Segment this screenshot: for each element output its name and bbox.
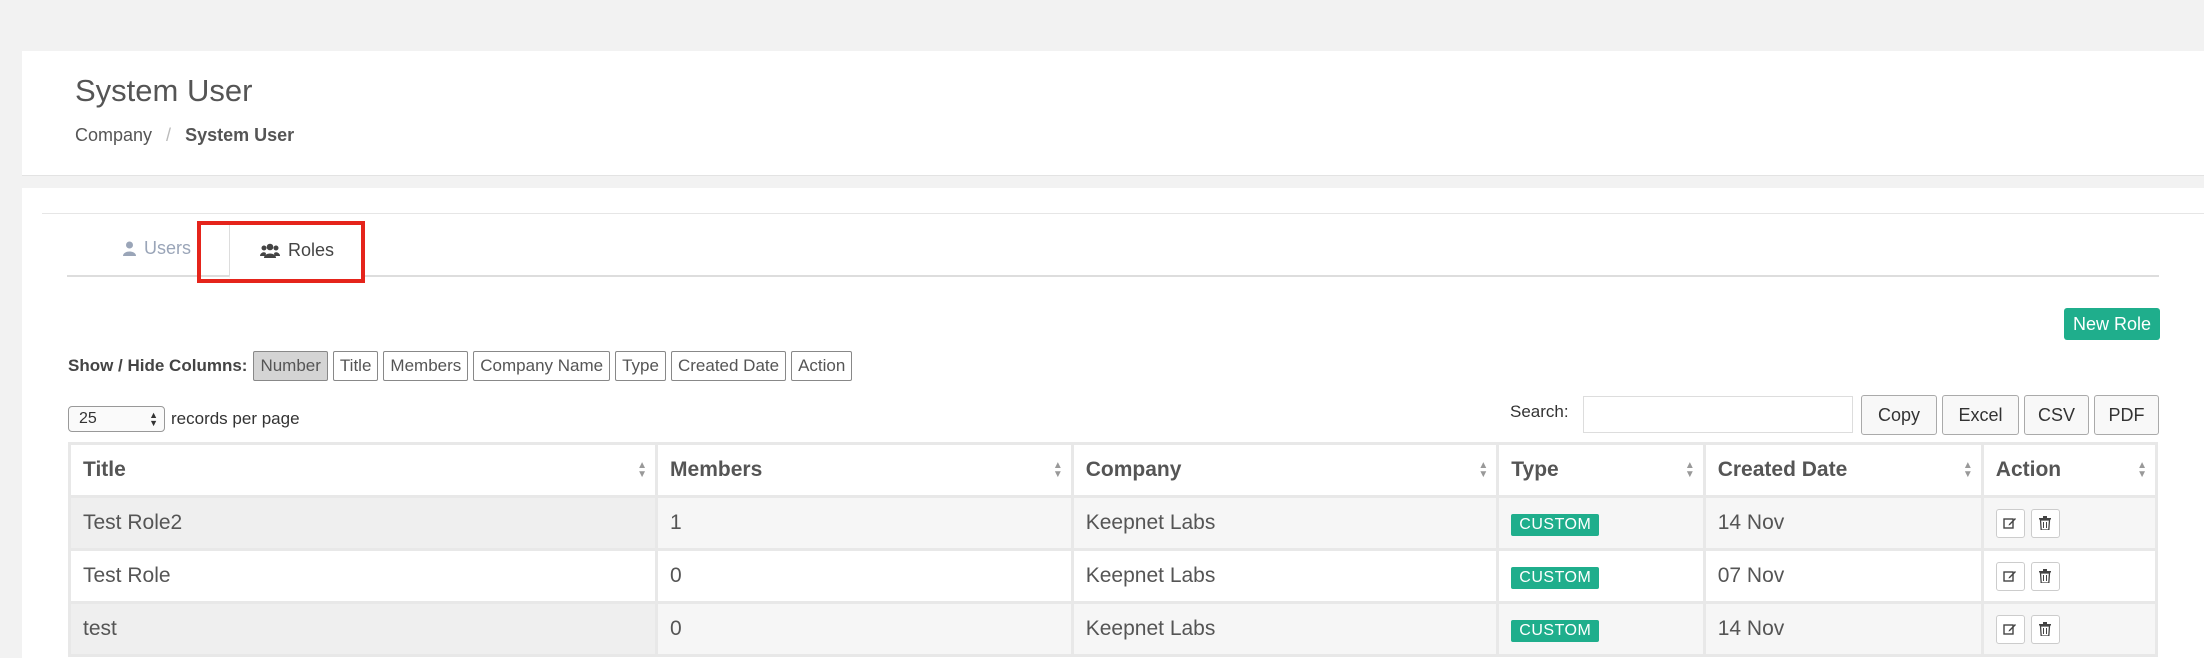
- search-label: Search:: [1510, 402, 1569, 421]
- tab-bar: Users Roles: [67, 222, 2159, 278]
- column-toggle-company-name[interactable]: Company Name: [473, 351, 611, 381]
- table-header-row: Title ▲ ▼ Members ▲ ▼ Company ▲ ▼ Type ▲ ▼ Creat…: [67, 442, 2159, 498]
- cell-action: [1980, 601, 2159, 657]
- column-toggle-action[interactable]: Action: [791, 351, 853, 381]
- page-title: System User: [75, 73, 253, 108]
- page-header: System User Company / System User: [22, 51, 2204, 176]
- content-panel: Users Roles New Role Show / Hide Columns…: [22, 188, 2204, 658]
- column-header-members[interactable]: Members ▲ ▼: [655, 442, 1074, 498]
- sort-icon: ▲ ▼: [637, 460, 648, 480]
- column-header-type[interactable]: Type ▲ ▼: [1496, 442, 1706, 498]
- column-header-action[interactable]: Action ▲ ▼: [1980, 442, 2159, 498]
- sort-icon: ▲ ▼: [1478, 460, 1489, 480]
- edit-icon[interactable]: [1995, 561, 2025, 591]
- breadcrumb: Company / System User: [75, 125, 294, 146]
- cell-company: Keepnet Labs: [1070, 495, 1500, 551]
- column-toggle-created-date[interactable]: Created Date: [670, 351, 787, 381]
- copy-button[interactable]: Copy: [1861, 395, 1937, 435]
- cell-company: Keepnet Labs: [1070, 601, 1500, 657]
- cell-title: Test Role2: [67, 495, 659, 551]
- records-label: records per page: [171, 409, 300, 428]
- cell-type: CUSTOM: [1496, 495, 1706, 551]
- tab-users[interactable]: Users: [123, 222, 191, 275]
- divider: [42, 213, 2204, 214]
- trash-icon[interactable]: [2030, 508, 2060, 538]
- column-header-title[interactable]: Title ▲ ▼: [67, 442, 659, 498]
- sort-icon: ▲ ▼: [2137, 460, 2147, 480]
- pdf-button[interactable]: PDF: [2094, 395, 2159, 435]
- cell-type: CUSTOM: [1496, 601, 1706, 657]
- type-badge: CUSTOM: [1511, 513, 1600, 536]
- trash-icon[interactable]: [2030, 614, 2060, 644]
- cell-members: 1: [655, 495, 1074, 551]
- cell-created: 14 Nov: [1702, 601, 1984, 657]
- csv-button[interactable]: CSV: [2024, 395, 2089, 435]
- column-toggle-type[interactable]: Type: [615, 351, 666, 381]
- breadcrumb-company[interactable]: Company: [75, 125, 152, 145]
- page-size-select[interactable]: 25 ▲ ▼: [68, 406, 165, 432]
- search-input[interactable]: [1583, 396, 1853, 433]
- user-icon: [123, 241, 136, 256]
- tab-users-label: Users: [144, 238, 192, 258]
- column-toggle-title[interactable]: Title: [332, 351, 379, 381]
- cell-created: 14 Nov: [1702, 495, 1984, 551]
- table-row: Test Role 0 Keepnet Labs CUSTOM 07 Nov: [67, 548, 2159, 604]
- show-hide-columns: Show / Hide Columns: Number Title Member…: [68, 351, 857, 381]
- cell-type: CUSTOM: [1496, 548, 1706, 604]
- table-row: test 0 Keepnet Labs CUSTOM 14 Nov: [67, 601, 2159, 657]
- records-per-page: 25 ▲ ▼ records per page: [68, 405, 300, 433]
- select-arrows-icon: ▲ ▼: [149, 410, 158, 428]
- cell-members: 0: [655, 548, 1074, 604]
- edit-icon[interactable]: [1995, 508, 2025, 538]
- roles-table: Title ▲ ▼ Members ▲ ▼ Company ▲ ▼ Type ▲ ▼ Creat…: [67, 442, 2159, 657]
- cell-action: [1980, 548, 2159, 604]
- cell-created: 07 Nov: [1702, 548, 1984, 604]
- column-toggle-number[interactable]: Number: [253, 351, 328, 381]
- column-header-company[interactable]: Company ▲ ▼: [1070, 442, 1500, 498]
- sort-icon: ▲ ▼: [1052, 460, 1063, 480]
- cell-members: 0: [655, 601, 1074, 657]
- trash-icon[interactable]: [2030, 561, 2060, 591]
- cell-action: [1980, 495, 2159, 551]
- column-header-created-date[interactable]: Created Date ▲ ▼: [1702, 442, 1984, 498]
- excel-button[interactable]: Excel: [1942, 395, 2019, 435]
- cell-title: test: [67, 601, 659, 657]
- show-hide-label: Show / Hide Columns:: [68, 356, 248, 375]
- highlight-annotation: [197, 221, 365, 283]
- breadcrumb-separator: /: [166, 125, 172, 145]
- table-row: Test Role2 1 Keepnet Labs CUSTOM 14 Nov: [67, 495, 2159, 551]
- page-size-value: 25: [79, 410, 97, 427]
- type-badge: CUSTOM: [1511, 619, 1600, 642]
- column-toggle-members[interactable]: Members: [383, 351, 469, 381]
- type-badge: CUSTOM: [1511, 566, 1600, 589]
- sort-icon: ▲ ▼: [1684, 460, 1695, 480]
- edit-icon[interactable]: [1995, 614, 2025, 644]
- cell-company: Keepnet Labs: [1070, 548, 1500, 604]
- new-role-button[interactable]: New Role: [2064, 308, 2161, 340]
- sort-icon: ▲ ▼: [1962, 460, 1973, 480]
- breadcrumb-current: System User: [185, 125, 295, 145]
- cell-title: Test Role: [67, 548, 659, 604]
